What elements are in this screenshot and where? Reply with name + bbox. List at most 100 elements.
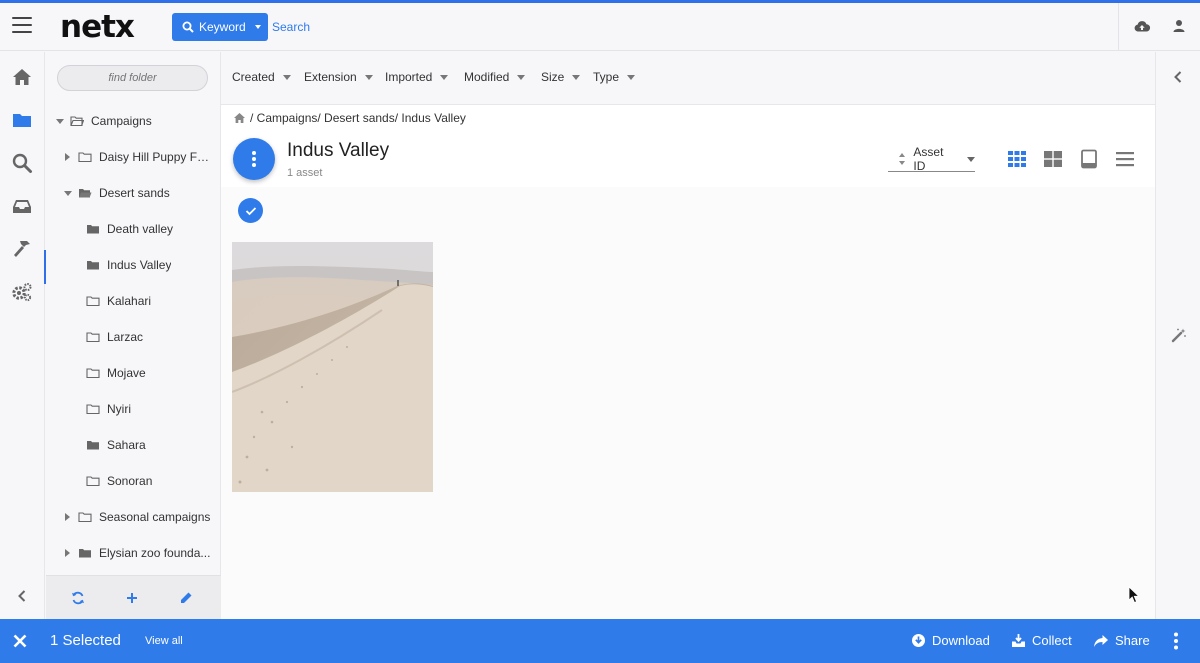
folder-outline-icon [86, 332, 100, 343]
share-button[interactable]: Share [1093, 633, 1150, 648]
download-icon [912, 634, 925, 647]
folder-label: Desert sands [99, 186, 170, 200]
chevron-down-icon [517, 74, 526, 80]
asset-thumbnail[interactable] [232, 242, 433, 492]
expand-panel-icon[interactable] [1172, 70, 1184, 84]
header-divider [1118, 3, 1119, 51]
folder-seasonal-campaigns[interactable]: Seasonal campaigns [46, 506, 221, 528]
chevron-down-icon [572, 74, 581, 80]
folder-desert-sands[interactable]: Desert sands [46, 182, 221, 204]
filter-label: Imported [385, 70, 433, 84]
menu-icon[interactable] [12, 17, 32, 35]
breadcrumb-path[interactable]: / Campaigns/ Desert sands/ Indus Valley [250, 111, 466, 125]
inbox-icon[interactable] [11, 195, 33, 217]
chevron-down-icon [282, 74, 291, 80]
more-vertical-icon[interactable] [1172, 631, 1180, 651]
folder-filled-icon [87, 225, 99, 234]
chevron-down-icon [967, 156, 975, 162]
home-icon[interactable] [11, 66, 33, 88]
search-icon [182, 21, 194, 33]
right-rail [1155, 52, 1200, 619]
caret-down-icon[interactable] [64, 190, 72, 196]
magic-wand-icon[interactable] [1171, 327, 1187, 343]
share-label: Share [1115, 633, 1150, 648]
folder-filled-icon [79, 549, 91, 558]
chevron-down-icon [440, 74, 449, 80]
edit-pencil-icon[interactable] [178, 590, 194, 606]
user-icon[interactable] [1170, 17, 1188, 35]
view-all-link[interactable]: View all [145, 635, 183, 647]
folder-label: Kalahari [107, 294, 152, 308]
folder-elysian-zoo-foundation[interactable]: Elysian zoo founda... [46, 542, 221, 564]
breadcrumb: / Campaigns/ Desert sands/ Indus Valley [233, 111, 466, 125]
filter-extension[interactable]: Extension [304, 70, 373, 84]
filter-created[interactable]: Created [232, 70, 291, 84]
folder-outline-icon [78, 152, 92, 163]
collect-button[interactable]: Collect [1011, 633, 1072, 648]
folder-outline-icon [86, 368, 100, 379]
grid-large-view-icon[interactable] [1043, 149, 1063, 169]
search-input[interactable] [272, 16, 772, 38]
collect-tray-icon [1012, 634, 1025, 647]
folder-label: Sahara [107, 438, 146, 452]
gears-icon[interactable] [11, 281, 33, 303]
folder-label: Indus Valley [107, 258, 172, 272]
filter-type[interactable]: Type [593, 70, 636, 84]
filter-label: Modified [464, 70, 510, 84]
selected-count: 1 Selected [50, 632, 121, 649]
search-icon[interactable] [11, 152, 33, 174]
caret-down-icon[interactable] [56, 118, 64, 124]
folder-campaigns[interactable]: Campaigns [46, 110, 221, 132]
chevron-down-icon [254, 25, 261, 29]
download-button[interactable]: Download [911, 633, 990, 648]
more-vertical-icon [252, 151, 256, 167]
folder-larzac[interactable]: Larzac [46, 326, 221, 348]
folder-label: Larzac [107, 330, 144, 344]
folder-sahara[interactable]: Sahara [46, 434, 221, 456]
folder-open-icon [79, 189, 92, 198]
folder-death-valley[interactable]: Death valley [46, 218, 221, 240]
folder-outline-icon [86, 476, 100, 487]
list-view-icon[interactable] [1115, 149, 1135, 169]
asset-select-checkbox[interactable] [238, 198, 263, 223]
hammer-icon[interactable] [11, 238, 33, 260]
find-folder-input[interactable] [57, 65, 208, 91]
actions-menu-button[interactable] [233, 138, 275, 180]
caret-right-icon[interactable] [65, 153, 70, 161]
folder-daisy-hill-puppy-farm[interactable]: Daisy Hill Puppy Fa... [46, 146, 221, 168]
search-mode-button[interactable]: Keyword [172, 13, 268, 41]
filter-label: Extension [304, 70, 357, 84]
caret-right-icon[interactable] [65, 513, 70, 521]
folder-label: Elysian zoo founda... [99, 546, 211, 560]
refresh-icon[interactable] [70, 590, 86, 606]
folder-label: Seasonal campaigns [99, 510, 211, 524]
folder-icon[interactable] [11, 109, 33, 131]
filter-size[interactable]: Size [541, 70, 581, 84]
collapse-left-icon[interactable] [11, 585, 33, 607]
home-icon[interactable] [233, 112, 246, 124]
filter-modified[interactable]: Modified [464, 70, 526, 84]
sort-select[interactable]: Asset ID [888, 145, 975, 173]
page-title: Indus Valley [287, 140, 390, 161]
folder-kalahari[interactable]: Kalahari [46, 290, 221, 312]
grid-small-view-icon[interactable] [1007, 149, 1027, 169]
filter-imported[interactable]: Imported [385, 70, 449, 84]
folder-nyiri[interactable]: Nyiri [46, 398, 221, 420]
filter-label: Type [593, 70, 620, 84]
app-header: netx Keyword [0, 3, 1200, 51]
folder-open-icon [70, 116, 84, 127]
folder-sonoran[interactable]: Sonoran [46, 470, 221, 492]
sort-order-icon[interactable] [894, 153, 909, 165]
single-view-icon[interactable] [1079, 149, 1099, 169]
folder-label: Sonoran [107, 474, 153, 488]
filter-label: Size [541, 70, 565, 84]
folder-indus-valley[interactable]: Indus Valley [46, 254, 221, 276]
caret-right-icon[interactable] [65, 549, 70, 557]
folder-label: Nyiri [107, 402, 131, 416]
mouse-pointer-icon [1128, 586, 1140, 604]
folder-mojave[interactable]: Mojave [46, 362, 221, 384]
search-mode-label: Keyword [199, 20, 246, 34]
add-folder-icon[interactable] [124, 590, 140, 606]
close-icon[interactable] [12, 633, 28, 649]
upload-cloud-icon[interactable] [1133, 17, 1151, 35]
